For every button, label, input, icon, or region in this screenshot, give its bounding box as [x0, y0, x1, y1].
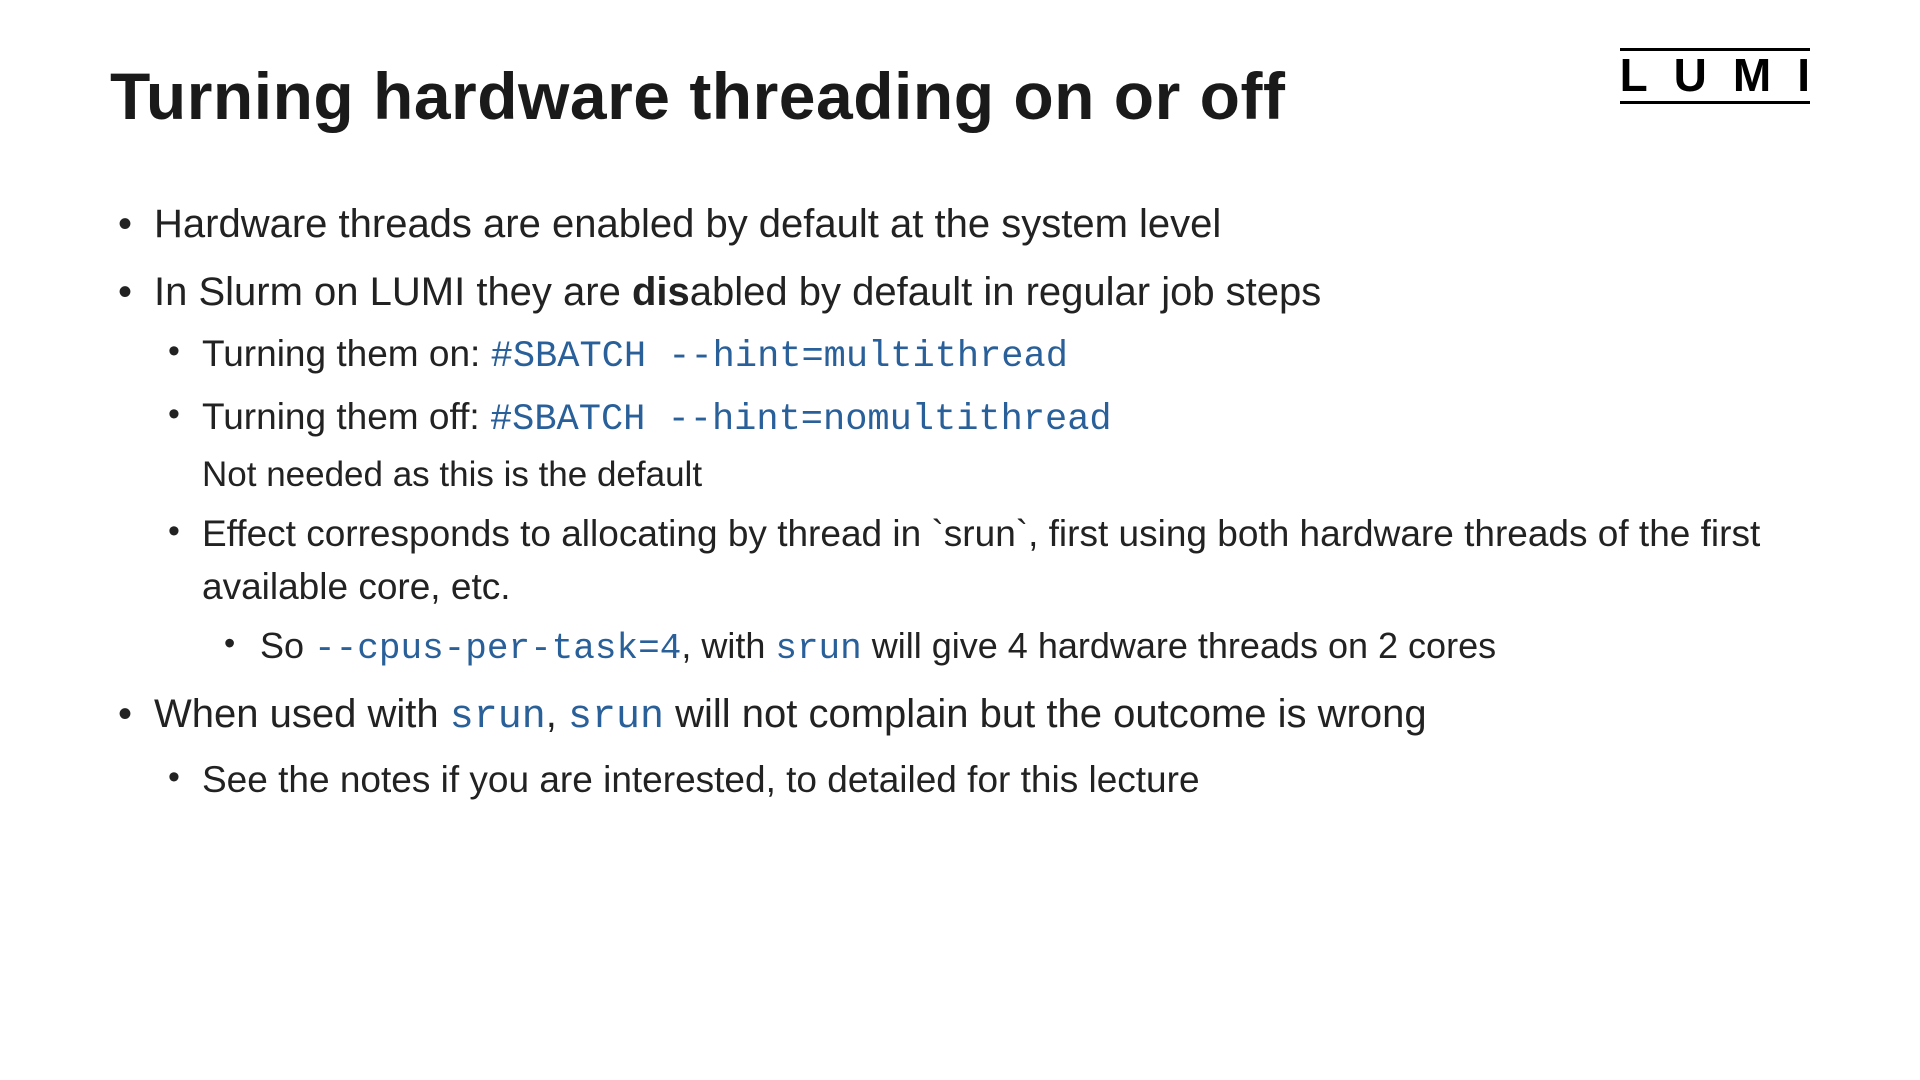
bullet-3-code2: srun — [568, 695, 664, 740]
slide: LUMI Turning hardware threading on or of… — [0, 0, 1920, 1080]
bullet-2-3-text: Effect corresponds to allocating by thre… — [202, 513, 1760, 608]
slide-title: Turning hardware threading on or off — [110, 60, 1810, 133]
bullet-2-2: Turning them off: #SBATCH --hint=nomulti… — [154, 390, 1810, 500]
bullet-2-3-1: So --cpus-per-task=4, with srun will giv… — [202, 620, 1810, 675]
bullet-3-c: will not complain but the outcome is wro… — [664, 692, 1427, 736]
bullet-2-3-1-code1: --cpus-per-task=4 — [314, 628, 681, 669]
lumi-logo: LUMI — [1620, 48, 1810, 104]
bullet-2: In Slurm on LUMI they are disabled by de… — [110, 263, 1810, 676]
bullet-2-3-1-b: , with — [681, 625, 775, 666]
bullet-2-bold: dis — [632, 270, 690, 314]
bullet-2-3-sublist: So --cpus-per-task=4, with srun will giv… — [202, 620, 1810, 675]
bullet-2-3-1-c: will give 4 hardware threads on 2 cores — [862, 625, 1496, 666]
bullet-3: When used with srun, srun will not compl… — [110, 685, 1810, 807]
bullet-2-1-code: #SBATCH --hint=multithread — [491, 336, 1068, 378]
bullet-3-a: When used with — [154, 692, 450, 736]
bullet-2-2-text: Turning them off: — [202, 396, 490, 437]
bullet-1: Hardware threads are enabled by default … — [110, 195, 1810, 253]
bullet-2-2-code: #SBATCH --hint=nomultithread — [490, 399, 1112, 441]
bullet-2-text-a: In Slurm on LUMI they are — [154, 270, 632, 314]
bullet-3-1: See the notes if you are interested, to … — [154, 753, 1810, 807]
bullet-2-sublist: Turning them on: #SBATCH --hint=multithr… — [154, 327, 1810, 676]
bullet-3-b: , — [546, 692, 568, 736]
bullet-3-code1: srun — [450, 695, 546, 740]
bullet-3-1-text: See the notes if you are interested, to … — [202, 759, 1200, 800]
bullet-2-1: Turning them on: #SBATCH --hint=multithr… — [154, 327, 1810, 385]
bullet-2-3-1-code2: srun — [775, 628, 861, 669]
bullet-2-3-1-a: So — [260, 625, 314, 666]
logo-text: LUMI — [1620, 49, 1836, 101]
bullet-2-3: Effect corresponds to allocating by thre… — [154, 507, 1810, 675]
bullet-1-text: Hardware threads are enabled by default … — [154, 202, 1221, 246]
bullet-2-text-c: abled by default in regular job steps — [690, 270, 1322, 314]
bullet-2-2-note: Not needed as this is the default — [202, 450, 1810, 501]
bullet-2-1-text: Turning them on: — [202, 333, 491, 374]
bullet-list: Hardware threads are enabled by default … — [110, 195, 1810, 807]
bullet-3-sublist: See the notes if you are interested, to … — [154, 753, 1810, 807]
